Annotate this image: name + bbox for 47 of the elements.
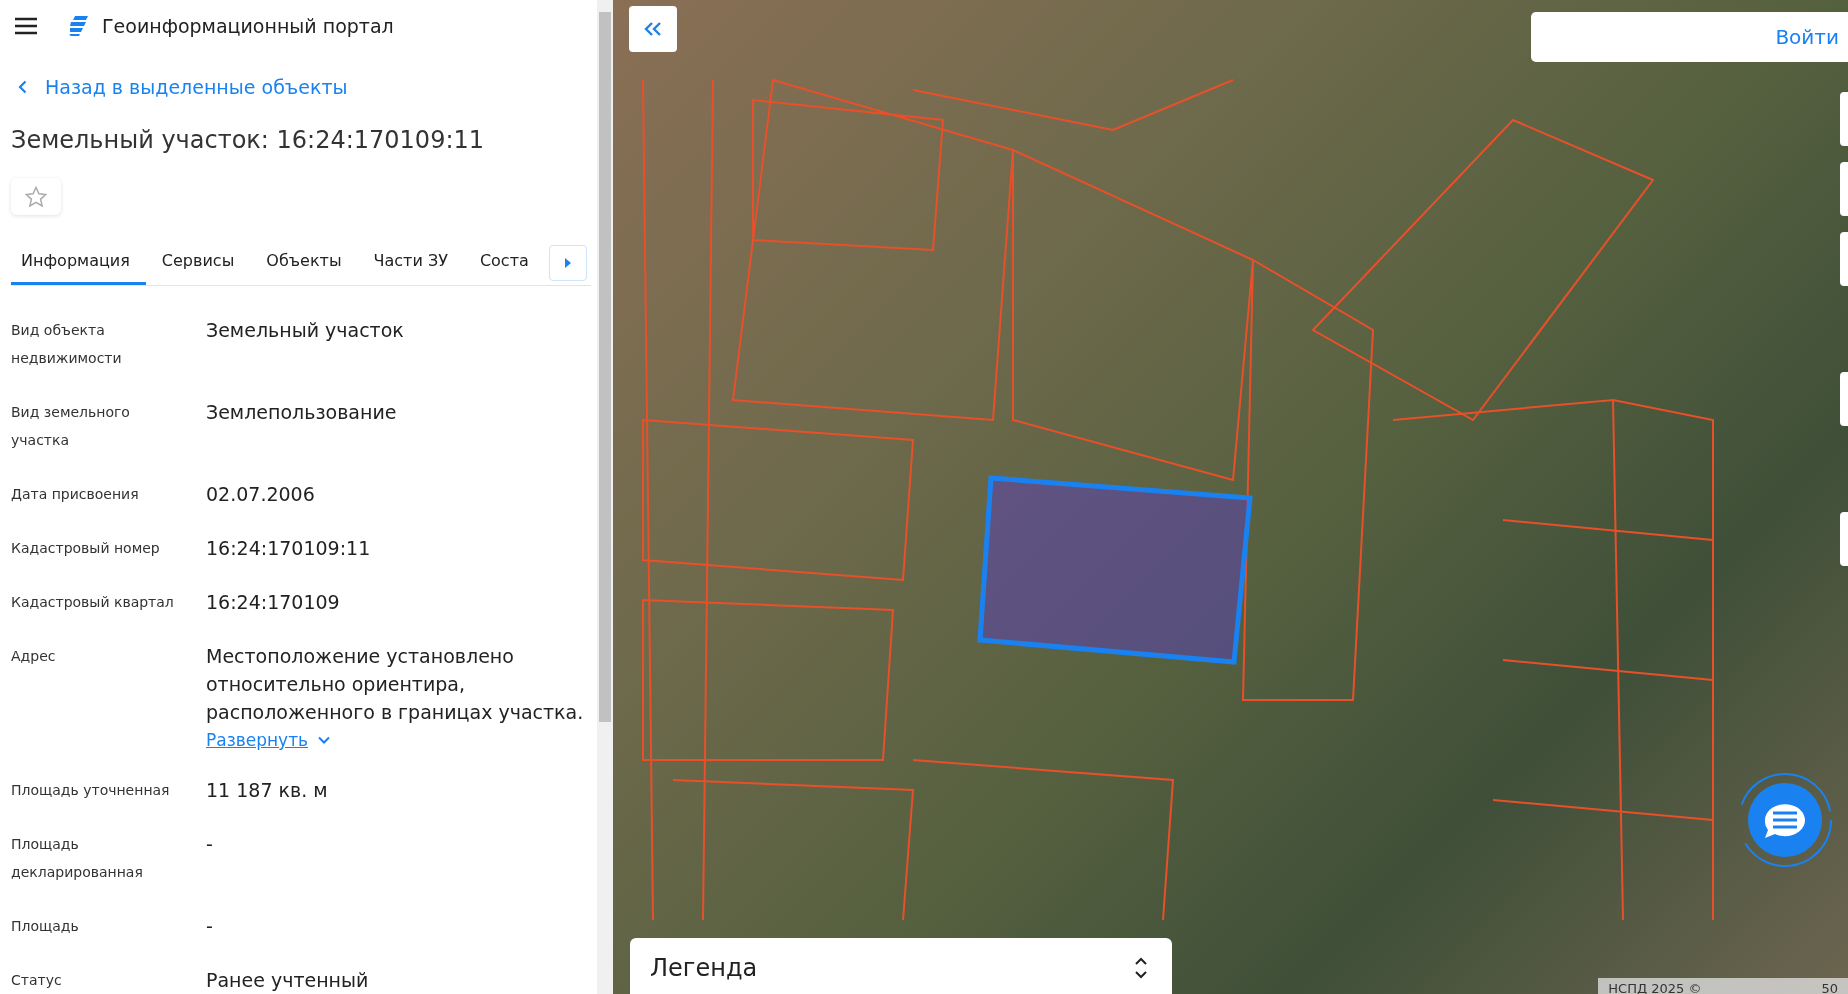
property-label: Дата присвоения xyxy=(11,485,140,504)
property-value: Земельный участок xyxy=(206,318,404,343)
portal-title: Геоинформационный портал xyxy=(102,15,394,37)
property-label: Вид объекта недвижимости xyxy=(11,321,123,368)
tabs-scroll-button[interactable] xyxy=(549,245,587,281)
map-control-button[interactable] xyxy=(1840,232,1848,286)
map-control-button[interactable] xyxy=(1840,512,1848,566)
property-label: Статус xyxy=(11,971,63,990)
menu-icon[interactable] xyxy=(14,17,38,35)
property-value: Ранее учтенный xyxy=(206,968,369,993)
map-control-button[interactable] xyxy=(1840,162,1848,216)
property-value: 16:24:170109 xyxy=(206,590,340,615)
tab[interactable]: Информация xyxy=(11,241,146,285)
tab[interactable]: Объекты xyxy=(250,241,358,285)
collapse-panel-button[interactable] xyxy=(629,6,677,52)
property-value: - xyxy=(206,832,213,857)
tab[interactable]: Сервисы xyxy=(145,241,251,285)
expand-collapse-icon xyxy=(1134,956,1148,980)
property-value: 11 187 кв. м xyxy=(206,778,328,803)
property-label: Площадь декларированная xyxy=(11,835,144,882)
login-button[interactable]: Войти xyxy=(1531,12,1848,62)
property-label: Кадастровый номер xyxy=(11,539,161,558)
double-chevron-left-icon xyxy=(644,21,662,37)
object-title: Земельный участок: 16:24:170109:11 xyxy=(10,125,486,154)
chevron-down-icon xyxy=(318,736,331,744)
tab[interactable]: Части ЗУ xyxy=(357,241,464,285)
map-control-button[interactable] xyxy=(1840,92,1848,146)
property-value: 02.07.2006 xyxy=(206,482,315,507)
property-value: Местоположение установлено относительно ориентира, расположенного в границах участка. xyxy=(206,644,585,725)
property-label: Кадастровый квартал xyxy=(11,593,175,612)
property-label: Адрес xyxy=(11,647,57,666)
tab[interactable]: Соста xyxy=(463,241,545,285)
map-control-button[interactable] xyxy=(1840,372,1848,426)
scrollbar-thumb[interactable] xyxy=(599,12,611,722)
property-value: 16:24:170109:11 xyxy=(206,536,371,561)
favorite-button[interactable] xyxy=(11,178,61,215)
caret-right-icon xyxy=(565,258,571,268)
legend-panel[interactable]: Легенда xyxy=(630,938,1172,994)
property-value: - xyxy=(206,914,213,939)
chevron-left-icon xyxy=(18,80,27,94)
property-value: Землепользование xyxy=(206,400,397,425)
property-label: Площадь xyxy=(11,917,80,936)
property-label: Вид земельного участка xyxy=(11,403,131,450)
property-label: Площадь уточненная xyxy=(11,781,171,800)
expand-link[interactable]: Развернуть xyxy=(206,730,331,750)
scale-label: 50 xyxy=(1821,980,1838,994)
back-link[interactable]: Назад в выделенные объекты xyxy=(0,38,597,98)
